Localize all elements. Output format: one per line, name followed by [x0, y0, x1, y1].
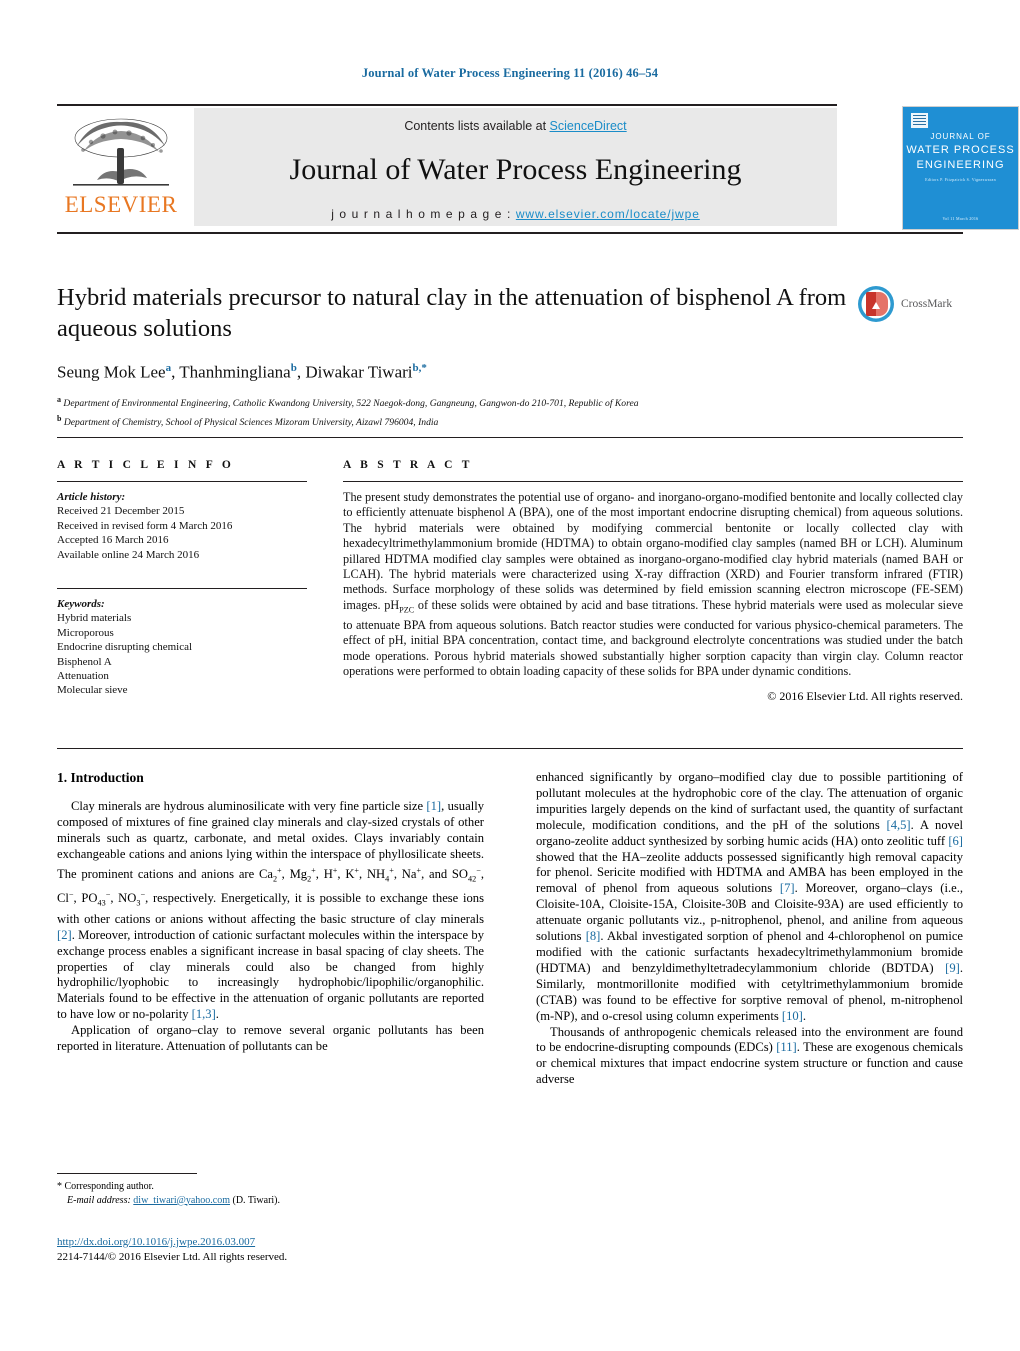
history-item: Available online 24 March 2016: [57, 548, 200, 561]
article-page: Journal of Water Process Engineering 11 …: [0, 0, 1020, 1351]
abstract-text: The present study demonstrates the poten…: [343, 490, 963, 678]
keyword-item: Microporous: [57, 626, 114, 639]
keyword-item: Attenuation: [57, 670, 109, 683]
keywords-block: Keywords: Hybrid materials Microporous E…: [57, 588, 307, 698]
affiliation-a-text: Department of Environmental Engineering,…: [63, 397, 639, 409]
email-link[interactable]: diw_tiwari@yahoo.com: [133, 1195, 230, 1206]
masthead-bottom-rule: [57, 232, 963, 234]
journal-masthead: ELSEVIER Contents lists available at Sci…: [57, 104, 1019, 230]
history-item: Received 21 December 2015: [57, 505, 185, 518]
email-label: E-mail address:: [67, 1194, 131, 1206]
body-top-rule: [57, 748, 963, 749]
cover-line-3: ENGINEERING: [916, 159, 1005, 171]
running-head: Journal of Water Process Engineering 11 …: [361, 66, 659, 80]
section-heading-introduction: 1. Introduction: [57, 770, 144, 785]
keywords-rule: [57, 588, 307, 590]
sciencedirect-link[interactable]: ScienceDirect: [550, 119, 627, 133]
journal-cover-thumbnail[interactable]: JOURNAL OF WATER PROCESS ENGINEERING Edi…: [902, 106, 1019, 230]
doi-link[interactable]: http://dx.doi.org/10.1016/j.jwpe.2016.03…: [57, 1236, 255, 1248]
footnote-rule: [57, 1173, 197, 1174]
cover-line-1: JOURNAL OF: [930, 132, 991, 141]
corresponding-marker: *: [57, 1181, 62, 1192]
article-history-block: Article history: Received 21 December 20…: [57, 490, 307, 562]
doi-block: http://dx.doi.org/10.1016/j.jwpe.2016.03…: [57, 1235, 527, 1264]
history-item: Received in revised form 4 March 2016: [57, 519, 233, 532]
affiliation-b-text: Department of Chemistry, School of Physi…: [63, 417, 439, 429]
crossmark-badge[interactable]: CrossMark: [857, 283, 961, 325]
journal-title: Journal of Water Process Engineering: [289, 153, 742, 186]
cover-subtitle: Editors P. Fitzpatrick S. Vigneswaran: [925, 177, 996, 182]
cover-line-2: WATER PROCESS: [906, 144, 1015, 156]
journal-homepage-line: j o u r n a l h o m e p a g e : www.else…: [194, 207, 837, 221]
page-title: Hybrid materials precursor to natural cl…: [57, 284, 847, 342]
masthead-top-rule: [57, 104, 837, 106]
contents-line: Contents lists available at ScienceDirec…: [194, 108, 837, 133]
abstract-heading: A B S T R A C T: [343, 459, 473, 471]
corresponding-author-note: * Corresponding author. E-mail address: …: [57, 1180, 487, 1207]
body-column-left: 1. Introduction Clay minerals are hydrou…: [57, 770, 484, 1088]
issn-copyright-line: 2214-7144/© 2016 Elsevier Ltd. All right…: [57, 1250, 288, 1263]
paragraph: Clay minerals are hydrous aluminosilicat…: [57, 799, 484, 1022]
elsevier-tree-icon: [73, 118, 169, 186]
article-info-rule: [57, 481, 307, 482]
title-block: Hybrid materials precursor to natural cl…: [57, 282, 847, 430]
author-list: Seung Mok Leea, Thanhminglianab, Diwakar…: [57, 362, 427, 382]
email-suffix: (D. Tiwari).: [232, 1194, 281, 1206]
homepage-prefix: j o u r n a l h o m e p a g e :: [331, 207, 516, 221]
info-top-rule: [57, 437, 963, 438]
elsevier-logo: ELSEVIER: [57, 112, 185, 224]
corresponding-label: Corresponding author.: [64, 1181, 154, 1192]
cover-footer: Vol 11 March 2016: [942, 216, 979, 221]
journal-homepage-link[interactable]: www.elsevier.com/locate/jwpe: [516, 207, 700, 221]
article-history-label: Article history:: [57, 491, 126, 503]
copyright-line: © 2016 Elsevier Ltd. All rights reserved…: [767, 689, 963, 704]
abstract-column: A B S T R A C T The present study demons…: [343, 459, 963, 704]
paragraph: Thousands of anthropogenic chemicals rel…: [536, 1024, 963, 1087]
masthead-banner: Contents lists available at ScienceDirec…: [194, 108, 837, 226]
affiliation-a: a Department of Environmental Engineerin…: [57, 394, 639, 409]
contents-prefix: Contents lists available at: [404, 119, 550, 133]
keyword-item: Hybrid materials: [57, 612, 132, 625]
paragraph: Application of organo–clay to remove sev…: [57, 1023, 484, 1054]
body-column-right: enhanced significantly by organo–modifie…: [536, 770, 963, 1088]
article-info-heading: A R T I C L E I N F O: [57, 459, 235, 471]
paragraph: enhanced significantly by organo–modifie…: [536, 770, 964, 1023]
history-item: Accepted 16 March 2016: [57, 534, 169, 547]
body-columns: 1. Introduction Clay minerals are hydrou…: [57, 770, 963, 1088]
keyword-item: Endocrine disrupting chemical: [57, 641, 193, 654]
affiliation-b: b Department of Chemistry, School of Phy…: [57, 414, 439, 429]
article-info-column: A R T I C L E I N F O Article history: R…: [57, 459, 307, 698]
keywords-label: Keywords:: [57, 598, 105, 611]
crossmark-label: CrossMark: [901, 298, 953, 310]
elsevier-wordmark: ELSEVIER: [64, 192, 178, 217]
journal-emblem-icon: [911, 113, 928, 128]
abstract-rule: [343, 481, 963, 482]
keyword-item: Molecular sieve: [57, 684, 128, 697]
crossmark-icon: [858, 286, 894, 322]
keyword-item: Bisphenol A: [57, 655, 112, 668]
